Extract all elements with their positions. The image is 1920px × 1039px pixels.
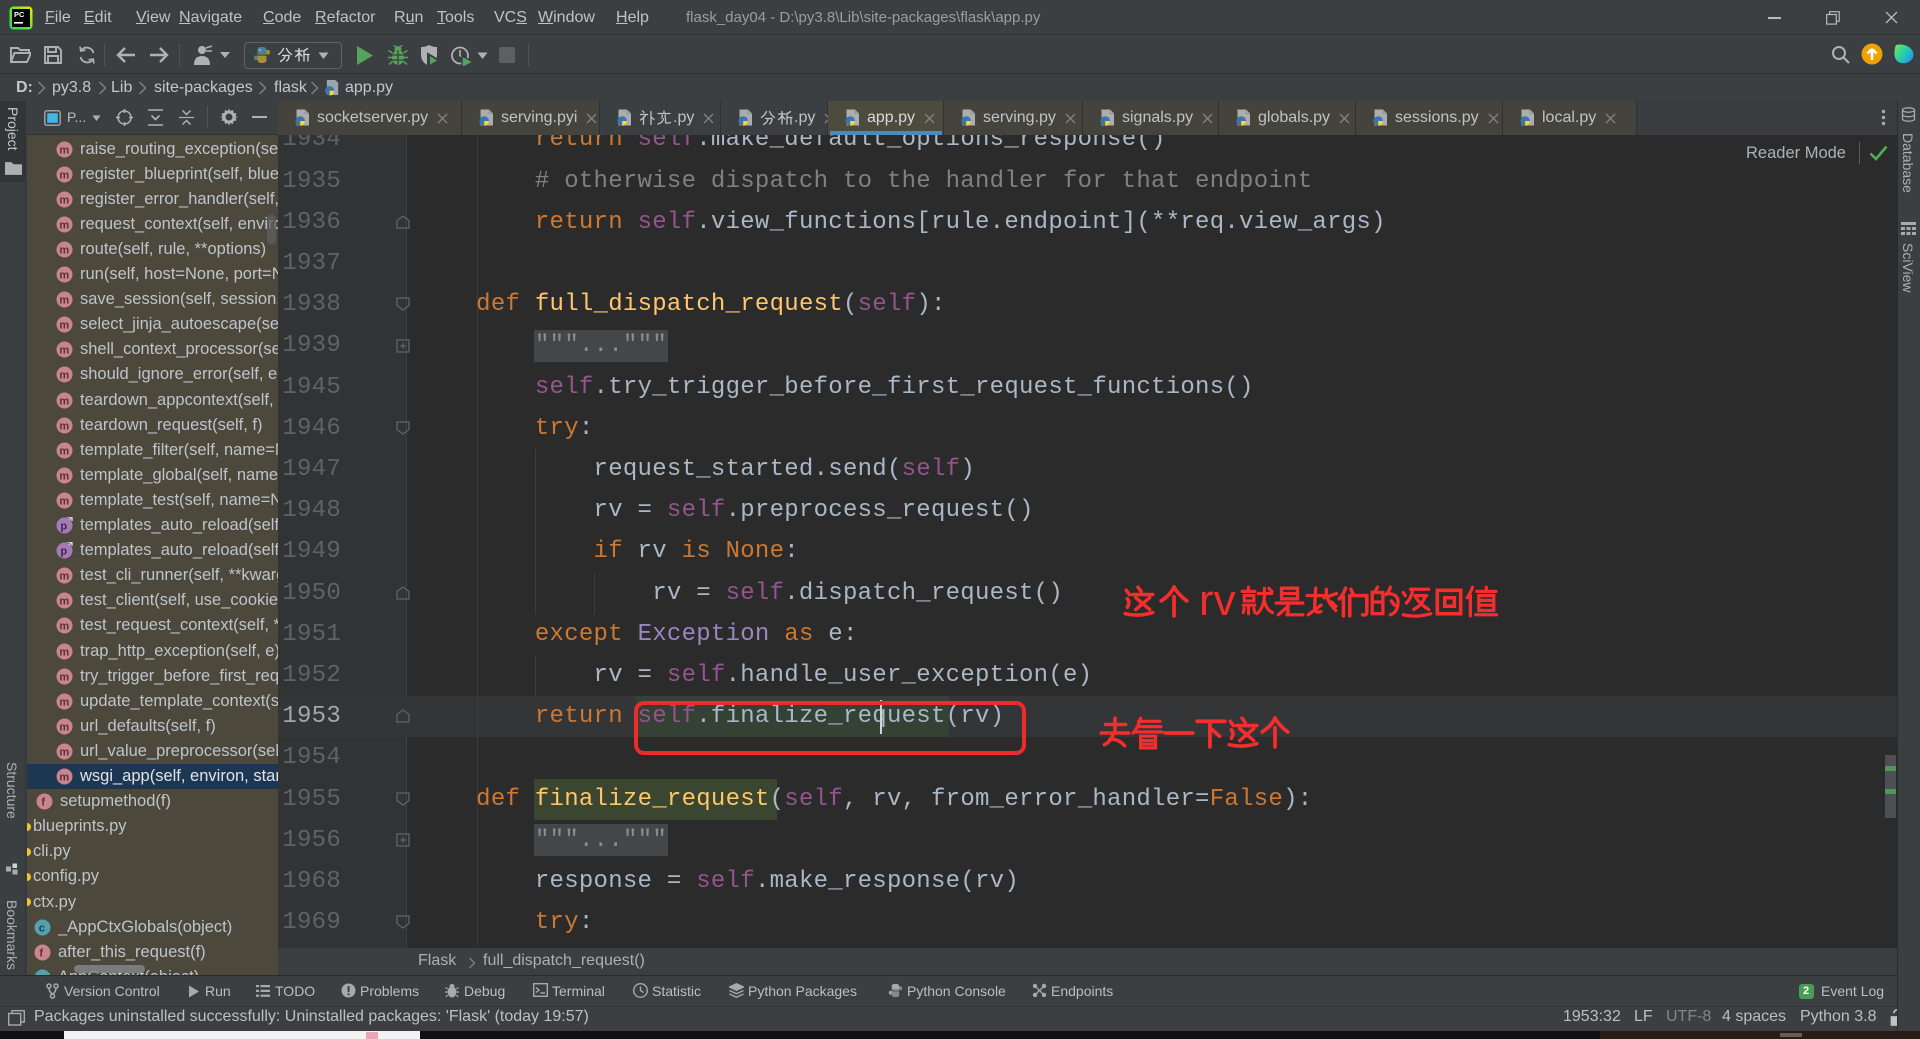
svg-text:f: f: [41, 797, 45, 809]
svg-text:PC: PC: [14, 10, 25, 19]
svg-text:m: m: [59, 772, 69, 784]
svg-text:m: m: [59, 671, 69, 683]
svg-text:c: c: [39, 922, 45, 934]
svg-text:m: m: [59, 169, 69, 181]
svg-text:p: p: [60, 521, 67, 533]
svg-text:m: m: [59, 420, 69, 432]
svg-text:f: f: [39, 947, 43, 959]
svg-text:m: m: [59, 445, 69, 457]
svg-text:m: m: [59, 295, 69, 307]
svg-text:m: m: [59, 244, 69, 256]
svg-text:m: m: [59, 470, 69, 482]
svg-text:m: m: [59, 194, 69, 206]
svg-text:m: m: [59, 495, 69, 507]
svg-text:m: m: [59, 370, 69, 382]
svg-text:p: p: [60, 546, 67, 558]
svg-text:m: m: [59, 219, 69, 231]
svg-text:m: m: [59, 571, 69, 583]
svg-text:m: m: [59, 696, 69, 708]
svg-text:m: m: [59, 646, 69, 658]
svg-text:m: m: [59, 621, 69, 633]
svg-text:m: m: [59, 596, 69, 608]
svg-text:m: m: [59, 746, 69, 758]
svg-text:m: m: [59, 144, 69, 156]
svg-text:m: m: [59, 395, 69, 407]
svg-text:m: m: [59, 270, 69, 282]
svg-text:m: m: [59, 320, 69, 332]
svg-text:m: m: [59, 345, 69, 357]
svg-text:m: m: [59, 721, 69, 733]
